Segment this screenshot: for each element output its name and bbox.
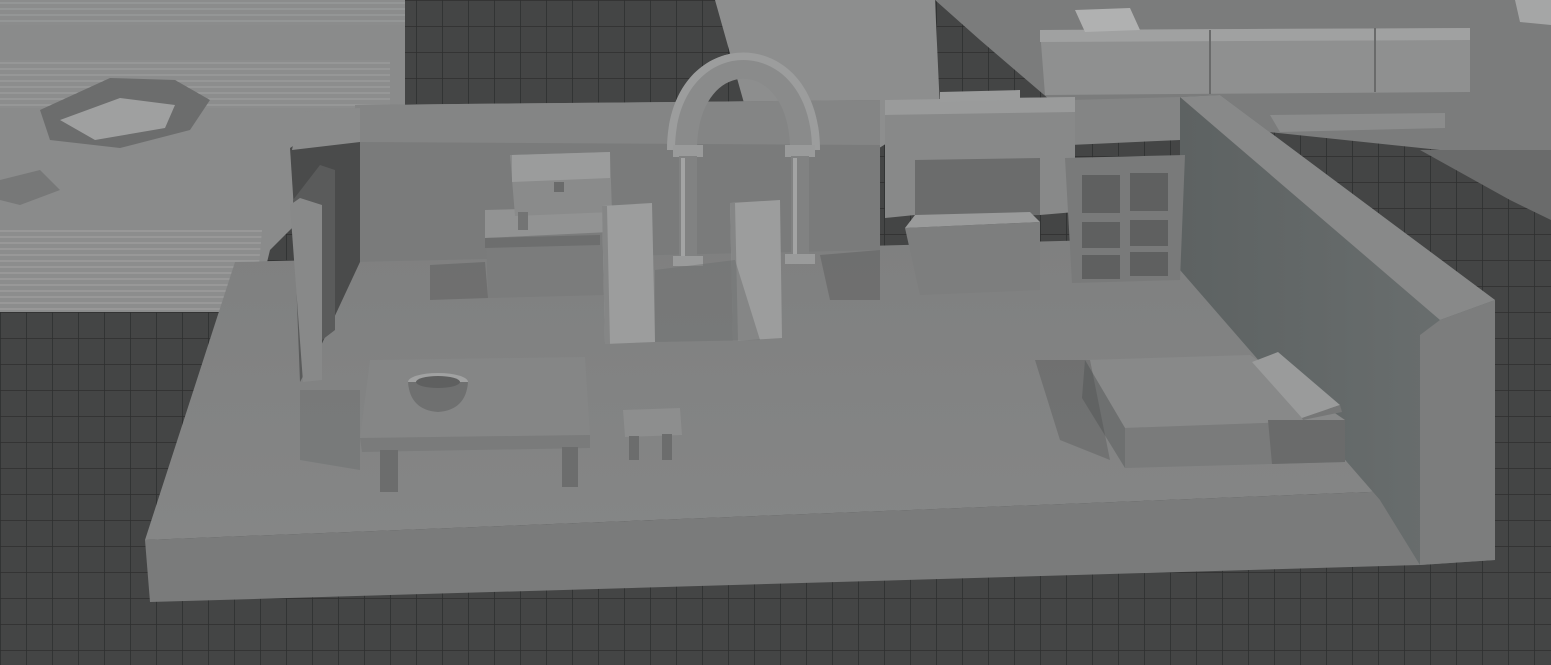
3d-viewport[interactable]: [0, 0, 1551, 665]
shelf-unit[interactable]: [1065, 155, 1185, 283]
dresser[interactable]: [485, 207, 610, 298]
scene-render: [0, 0, 1551, 665]
